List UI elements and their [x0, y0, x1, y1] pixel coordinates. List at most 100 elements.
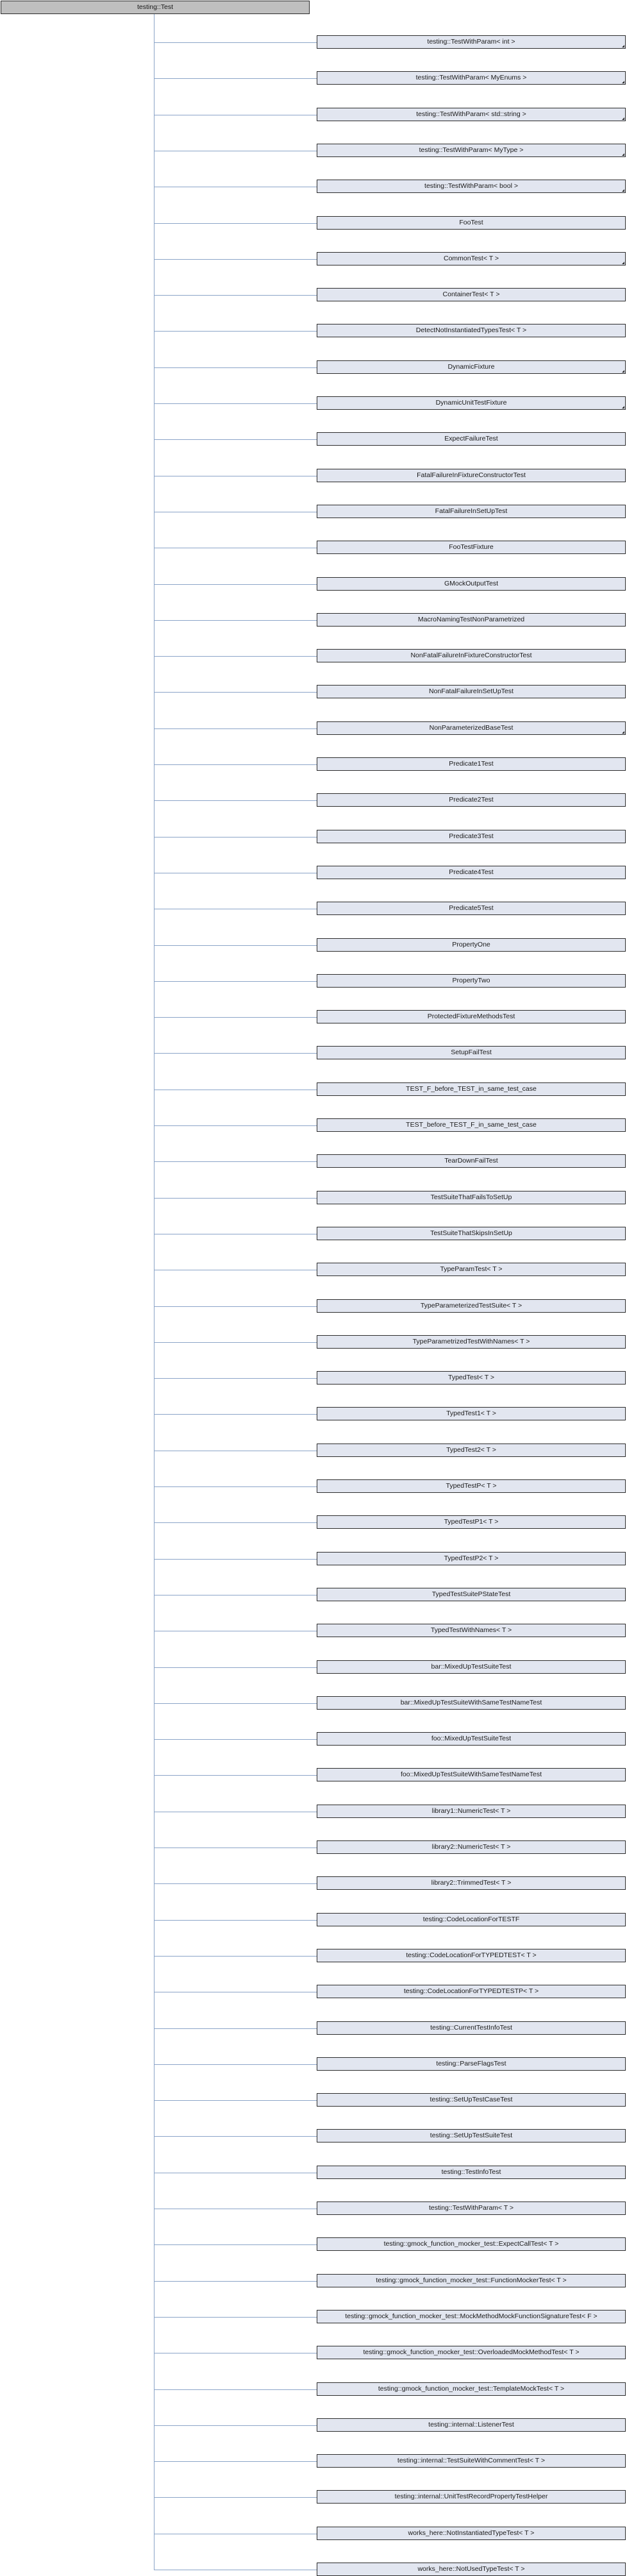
derived-class-node[interactable]: works_here::NotInstantiatedTypeTest< T >: [317, 2527, 626, 2540]
derived-class-node[interactable]: TypeParameterizedTestSuite< T >: [317, 1299, 626, 1313]
expand-corner-icon[interactable]: [622, 731, 624, 734]
class-label: TypedTest2< T >: [446, 1446, 496, 1454]
class-label: Predicate5Test: [449, 904, 494, 913]
derived-class-node[interactable]: NonParameterizedBaseTest: [317, 721, 626, 735]
derived-class-node[interactable]: SetupFailTest: [317, 1046, 626, 1059]
inheritance-edge: [154, 2136, 317, 2137]
derived-class-node[interactable]: TypedTest1< T >: [317, 1407, 626, 1420]
derived-class-node[interactable]: testing::gmock_function_mocker_test::Moc…: [317, 2310, 626, 2323]
inheritance-edge: [154, 1125, 317, 1126]
derived-class-node[interactable]: TypedTestP< T >: [317, 1479, 626, 1493]
derived-class-node[interactable]: TypedTestP1< T >: [317, 1515, 626, 1529]
derived-class-node[interactable]: DynamicUnitTestFixture: [317, 396, 626, 410]
derived-class-node[interactable]: testing::gmock_function_mocker_test::Fun…: [317, 2274, 626, 2287]
derived-class-node[interactable]: testing::internal::UnitTestRecordPropert…: [317, 2490, 626, 2504]
expand-corner-icon[interactable]: [622, 406, 624, 408]
derived-class-node[interactable]: testing::internal::TestSuiteWithCommentT…: [317, 2454, 626, 2468]
inheritance-edge: [154, 2389, 317, 2390]
inheritance-trunk: [154, 14, 155, 2570]
derived-class-node[interactable]: library2::TrimmedTest< T >: [317, 1876, 626, 1890]
class-label: TypedTestP< T >: [446, 1482, 497, 1490]
expand-corner-icon[interactable]: [622, 81, 624, 83]
derived-class-node[interactable]: MacroNamingTestNonParametrized: [317, 613, 626, 627]
derived-class-node[interactable]: DynamicFixture: [317, 360, 626, 374]
derived-class-node[interactable]: testing::internal::ListenerTest: [317, 2418, 626, 2432]
derived-class-node[interactable]: CommonTest< T >: [317, 252, 626, 265]
inheritance-edge: [154, 403, 317, 404]
derived-class-node[interactable]: library1::NumericTest< T >: [317, 1805, 626, 1818]
derived-class-node[interactable]: ContainerTest< T >: [317, 288, 626, 301]
derived-class-node[interactable]: testing::SetUpTestSuiteTest: [317, 2129, 626, 2142]
derived-class-node[interactable]: testing::SetUpTestCaseTest: [317, 2093, 626, 2107]
expand-corner-icon[interactable]: [622, 262, 624, 264]
inheritance-edge: [154, 764, 317, 765]
derived-class-node[interactable]: testing::TestWithParam< int >: [317, 35, 626, 49]
derived-class-node[interactable]: testing::TestWithParam< MyType >: [317, 144, 626, 157]
derived-class-node[interactable]: works_here::NotUsedTypeTest< T >: [317, 2563, 626, 2576]
derived-class-node[interactable]: testing::ParseFlagsTest: [317, 2057, 626, 2071]
derived-class-node[interactable]: foo::MixedUpTestSuiteWithSameTestNameTes…: [317, 1768, 626, 1781]
derived-class-node[interactable]: GMockOutputTest: [317, 577, 626, 591]
derived-class-node[interactable]: Predicate1Test: [317, 757, 626, 771]
derived-class-node[interactable]: TEST_F_before_TEST_in_same_test_case: [317, 1082, 626, 1096]
derived-class-node[interactable]: ExpectFailureTest: [317, 432, 626, 446]
derived-class-node[interactable]: TypeParamTest< T >: [317, 1263, 626, 1276]
derived-class-node[interactable]: NonFatalFailureInFixtureConstructorTest: [317, 649, 626, 662]
derived-class-node[interactable]: TypedTest2< T >: [317, 1444, 626, 1457]
derived-class-node[interactable]: TEST_before_TEST_F_in_same_test_case: [317, 1118, 626, 1132]
derived-class-node[interactable]: testing::CodeLocationForTYPEDTESTP< T >: [317, 1985, 626, 1998]
expand-corner-icon[interactable]: [622, 370, 624, 373]
derived-class-node[interactable]: TypedTestSuitePStateTest: [317, 1588, 626, 1601]
root-class-node[interactable]: testing::Test: [1, 1, 310, 14]
derived-class-node[interactable]: testing::gmock_function_mocker_test::Ove…: [317, 2346, 626, 2359]
derived-class-node[interactable]: TestSuiteThatSkipsInSetUp: [317, 1227, 626, 1240]
class-label: Predicate3Test: [449, 832, 494, 841]
derived-class-node[interactable]: FooTest: [317, 216, 626, 230]
derived-class-node[interactable]: FatalFailureInSetUpTest: [317, 505, 626, 518]
expand-corner-icon[interactable]: [622, 45, 624, 47]
derived-class-node[interactable]: bar::MixedUpTestSuiteWithSameTestNameTes…: [317, 1696, 626, 1710]
class-label: testing::internal::TestSuiteWithCommentT…: [397, 2457, 546, 2465]
derived-class-node[interactable]: testing::CodeLocationForTESTF: [317, 1913, 626, 1926]
class-label: TypeParameterizedTestSuite< T >: [420, 1302, 522, 1310]
derived-class-node[interactable]: TypeParametrizedTestWithNames< T >: [317, 1335, 626, 1349]
derived-class-node[interactable]: ProtectedFixtureMethodsTest: [317, 1010, 626, 1023]
derived-class-node[interactable]: FooTestFixture: [317, 541, 626, 554]
derived-class-node[interactable]: NonFatalFailureInSetUpTest: [317, 685, 626, 698]
class-label: testing::gmock_function_mocker_test::Ove…: [363, 2348, 580, 2357]
class-label: ProtectedFixtureMethodsTest: [427, 1013, 515, 1021]
derived-class-node[interactable]: testing::TestInfoTest: [317, 2166, 626, 2179]
derived-class-node[interactable]: FatalFailureInFixtureConstructorTest: [317, 469, 626, 482]
derived-class-node[interactable]: foo::MixedUpTestSuiteTest: [317, 1732, 626, 1746]
expand-corner-icon[interactable]: [622, 153, 624, 156]
derived-class-node[interactable]: library2::NumericTest< T >: [317, 1840, 626, 1854]
derived-class-node[interactable]: TypedTestP2< T >: [317, 1552, 626, 1565]
derived-class-node[interactable]: testing::TestWithParam< T >: [317, 2201, 626, 2215]
derived-class-node[interactable]: Predicate2Test: [317, 793, 626, 807]
derived-class-node[interactable]: testing::TestWithParam< bool >: [317, 180, 626, 193]
inheritance-edge: [154, 295, 317, 296]
class-label: bar::MixedUpTestSuiteTest: [431, 1663, 512, 1671]
derived-class-node[interactable]: Predicate3Test: [317, 830, 626, 843]
inheritance-edge: [154, 1053, 317, 1054]
class-label: PropertyOne: [452, 941, 490, 949]
derived-class-node[interactable]: Predicate4Test: [317, 866, 626, 879]
derived-class-node[interactable]: testing::gmock_function_mocker_test::Tem…: [317, 2382, 626, 2396]
expand-corner-icon[interactable]: [622, 117, 624, 120]
derived-class-node[interactable]: TypedTestWithNames< T >: [317, 1624, 626, 1637]
derived-class-node[interactable]: testing::TestWithParam< MyEnums >: [317, 71, 626, 85]
derived-class-node[interactable]: testing::CodeLocationForTYPEDTEST< T >: [317, 1949, 626, 1962]
derived-class-node[interactable]: Predicate5Test: [317, 902, 626, 915]
derived-class-node[interactable]: TearDownFailTest: [317, 1154, 626, 1168]
derived-class-node[interactable]: testing::CurrentTestInfoTest: [317, 2021, 626, 2035]
derived-class-node[interactable]: TypedTest< T >: [317, 1371, 626, 1385]
inheritance-edge: [154, 439, 317, 440]
derived-class-node[interactable]: testing::gmock_function_mocker_test::Exp…: [317, 2237, 626, 2251]
expand-corner-icon[interactable]: [622, 189, 624, 192]
derived-class-node[interactable]: bar::MixedUpTestSuiteTest: [317, 1660, 626, 1674]
derived-class-node[interactable]: DetectNotInstantiatedTypesTest< T >: [317, 324, 626, 337]
derived-class-node[interactable]: TestSuiteThatFailsToSetUp: [317, 1191, 626, 1204]
derived-class-node[interactable]: testing::TestWithParam< std::string >: [317, 108, 626, 121]
derived-class-node[interactable]: PropertyOne: [317, 938, 626, 952]
derived-class-node[interactable]: PropertyTwo: [317, 974, 626, 988]
